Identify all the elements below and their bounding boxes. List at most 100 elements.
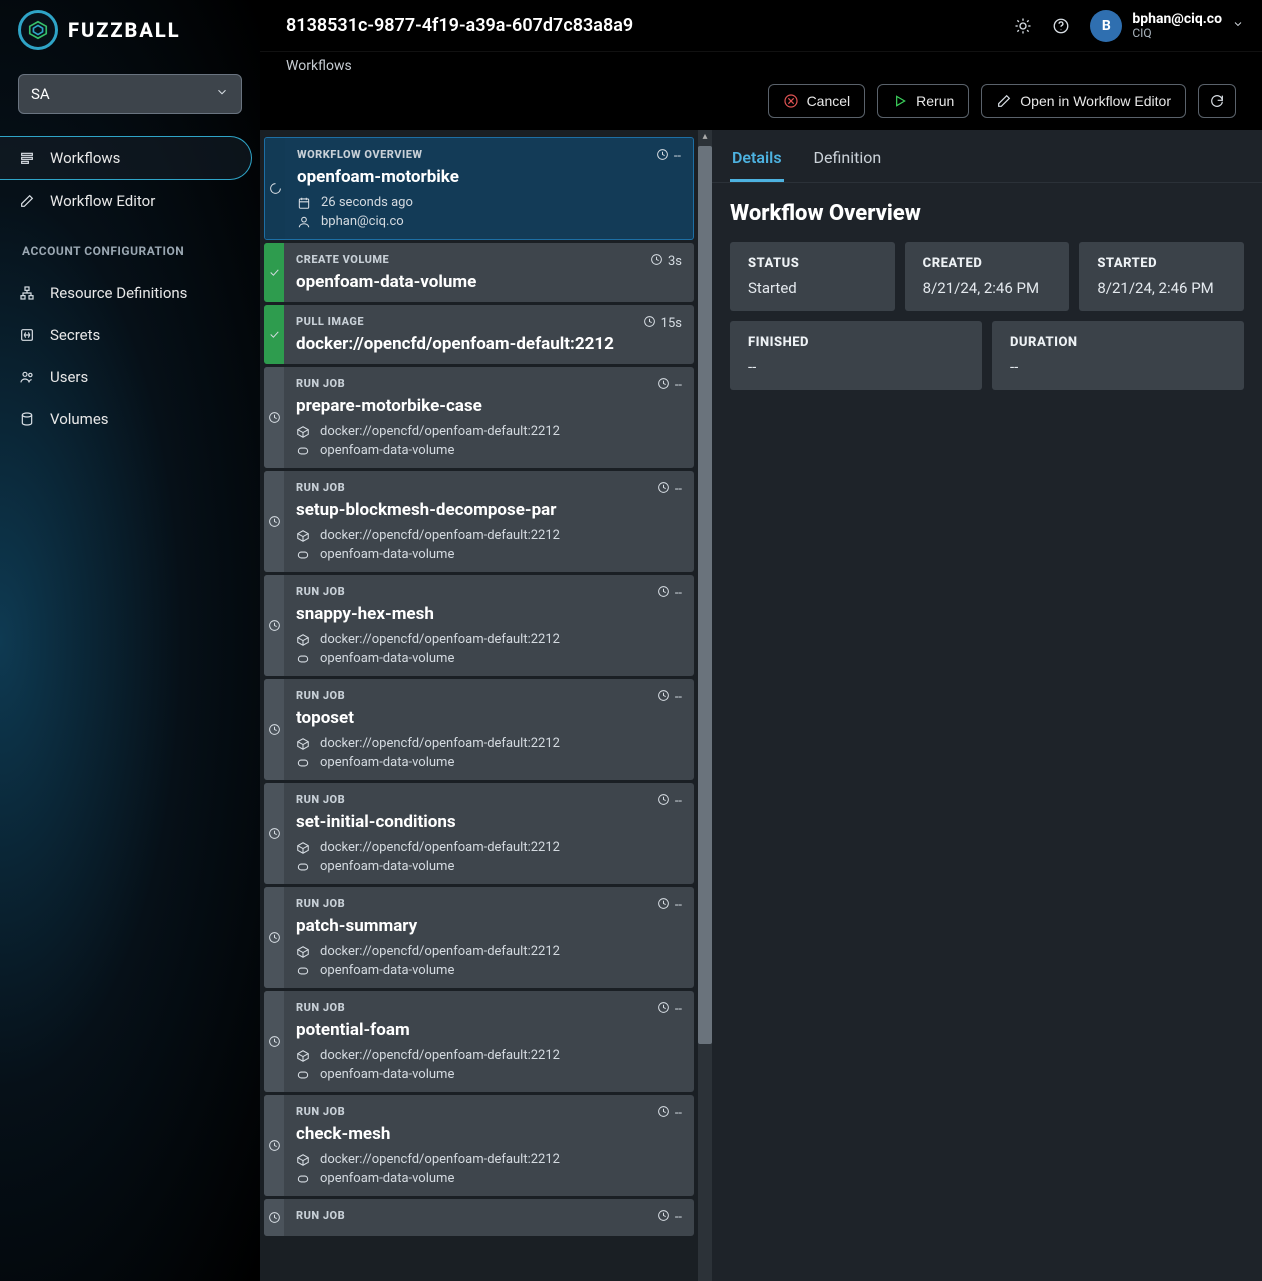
rerun-button[interactable]: Rerun [877,84,969,118]
details-heading: Workflow Overview [730,201,1244,226]
breadcrumb[interactable]: Workflows [286,58,1236,74]
step-card[interactable]: RUN JOB--patch-summarydocker://opencfd/o… [264,887,694,988]
step-title: setup-blockmesh-decompose-par [296,500,682,520]
step-title: docker://opencfd/openfoam-default:2212 [296,334,682,354]
step-title: set-initial-conditions [296,812,682,832]
refresh-button[interactable] [1198,84,1236,118]
step-duration: -- [657,1001,682,1018]
step-card[interactable]: RUN JOB--snappy-hex-meshdocker://opencfd… [264,575,694,676]
sidebar-item-volumes[interactable]: Volumes [0,398,252,440]
step-card[interactable]: RUN JOB--setup-blockmesh-decompose-pardo… [264,471,694,572]
step-kind: RUN JOB [296,377,345,390]
info-card-label: STARTED [1097,256,1226,271]
step-meta-text: docker://opencfd/openfoam-default:2212 [320,840,560,855]
cube-icon [296,1049,310,1063]
step-meta-row: openfoam-data-volume [296,1067,682,1082]
workflows-icon [18,150,36,166]
scroll-thumb[interactable] [698,146,712,1044]
step-card[interactable]: WORKFLOW OVERVIEW--openfoam-motorbike26 … [264,137,694,240]
primary-nav: WorkflowsWorkflow Editor [0,132,260,222]
disk-icon [296,860,310,874]
org-selector[interactable]: SA [18,74,242,114]
step-card[interactable]: RUN JOB-- [264,1199,694,1236]
clock-icon [657,481,670,498]
cube-icon [296,529,310,543]
disk-icon [296,964,310,978]
step-meta-row: docker://opencfd/openfoam-default:2212 [296,1152,682,1167]
disk-icon [296,548,310,562]
help-button[interactable] [1052,17,1070,35]
step-duration: -- [657,481,682,498]
step-title: openfoam-motorbike [297,167,681,187]
avatar: B [1090,10,1122,42]
clock-icon [657,1105,670,1122]
step-title: patch-summary [296,916,682,936]
step-card[interactable]: RUN JOB--prepare-motorbike-casedocker://… [264,367,694,468]
info-card-value: 8/21/24, 2:46 PM [1097,279,1226,297]
info-card-value: Started [748,279,877,297]
step-meta-row: openfoam-data-volume [296,443,682,458]
step-card[interactable]: CREATE VOLUME3sopenfoam-data-volume [264,243,694,302]
topbar: 8138531c-9877-4f19-a39a-607d7c83a8a9 B b… [260,0,1262,52]
step-kind: RUN JOB [296,1001,345,1014]
scrollbar[interactable]: ▴ [698,130,712,1281]
step-card[interactable]: RUN JOB--set-initial-conditionsdocker://… [264,783,694,884]
details-panel: Details Definition Workflow Overview STA… [712,130,1262,1281]
step-kind: WORKFLOW OVERVIEW [297,148,423,161]
clock-icon [657,897,670,914]
info-card-label: FINISHED [748,335,964,350]
sidebar-item-label: Resource Definitions [50,284,187,302]
cube-icon [296,425,310,439]
refresh-icon [1209,93,1225,109]
step-card[interactable]: PULL IMAGE15sdocker://opencfd/openfoam-d… [264,305,694,364]
step-status-stripe [264,991,284,1092]
step-kind: PULL IMAGE [296,315,364,328]
info-card-value: -- [1010,358,1226,376]
info-card-label: CREATED [923,256,1052,271]
page-title: 8138531c-9877-4f19-a39a-607d7c83a8a9 [286,15,633,36]
step-meta-text: docker://opencfd/openfoam-default:2212 [320,1048,560,1063]
tab-definition[interactable]: Definition [812,140,884,182]
step-meta-row: openfoam-data-volume [296,755,682,770]
scroll-up-icon[interactable]: ▴ [698,130,712,144]
step-kind: RUN JOB [296,793,345,806]
step-meta-text: openfoam-data-volume [320,755,454,770]
user-icon [297,215,311,229]
help-icon [1052,17,1070,35]
open-editor-button[interactable]: Open in Workflow Editor [981,84,1186,118]
play-icon [892,93,908,109]
step-card[interactable]: RUN JOB--toposetdocker://opencfd/openfoa… [264,679,694,780]
sidebar-item-secrets[interactable]: Secrets [0,314,252,356]
sidebar: FUZZBALL SA WorkflowsWorkflow Editor ACC… [0,0,260,1281]
sidebar-item-workflows[interactable]: Workflows [0,136,252,180]
theme-toggle[interactable] [1014,17,1032,35]
step-kind: RUN JOB [296,689,345,702]
cube-icon [296,1153,310,1167]
disk-icon [296,444,310,458]
step-duration: -- [657,1105,682,1122]
step-status-stripe [265,138,285,239]
step-meta-row: docker://opencfd/openfoam-default:2212 [296,632,682,647]
user-menu[interactable]: B bphan@ciq.co CIQ [1090,10,1244,42]
info-card-label: DURATION [1010,335,1226,350]
sidebar-item-workflow-editor[interactable]: Workflow Editor [0,180,252,222]
step-meta-text: docker://opencfd/openfoam-default:2212 [320,632,560,647]
users-icon [18,369,36,385]
brand-logo-icon [18,10,58,50]
chevron-down-icon [1232,18,1244,34]
tab-details[interactable]: Details [730,140,784,182]
sidebar-item-users[interactable]: Users [0,356,252,398]
sidebar-item-resource-definitions[interactable]: Resource Definitions [0,272,252,314]
step-meta-row: docker://opencfd/openfoam-default:2212 [296,840,682,855]
cancel-button[interactable]: Cancel [768,84,866,118]
step-title: check-mesh [296,1124,682,1144]
step-duration: -- [657,1209,682,1226]
step-meta-row: 26 seconds ago [297,195,681,210]
step-meta-text: openfoam-data-volume [320,963,454,978]
step-card[interactable]: RUN JOB--potential-foamdocker://opencfd/… [264,991,694,1092]
step-card[interactable]: RUN JOB--check-meshdocker://opencfd/open… [264,1095,694,1196]
step-duration: 3s [650,253,682,270]
account-nav: Resource Definitions SecretsUsersVolumes [0,268,260,440]
brand-name: FUZZBALL [68,18,181,42]
step-status-stripe [264,679,284,780]
